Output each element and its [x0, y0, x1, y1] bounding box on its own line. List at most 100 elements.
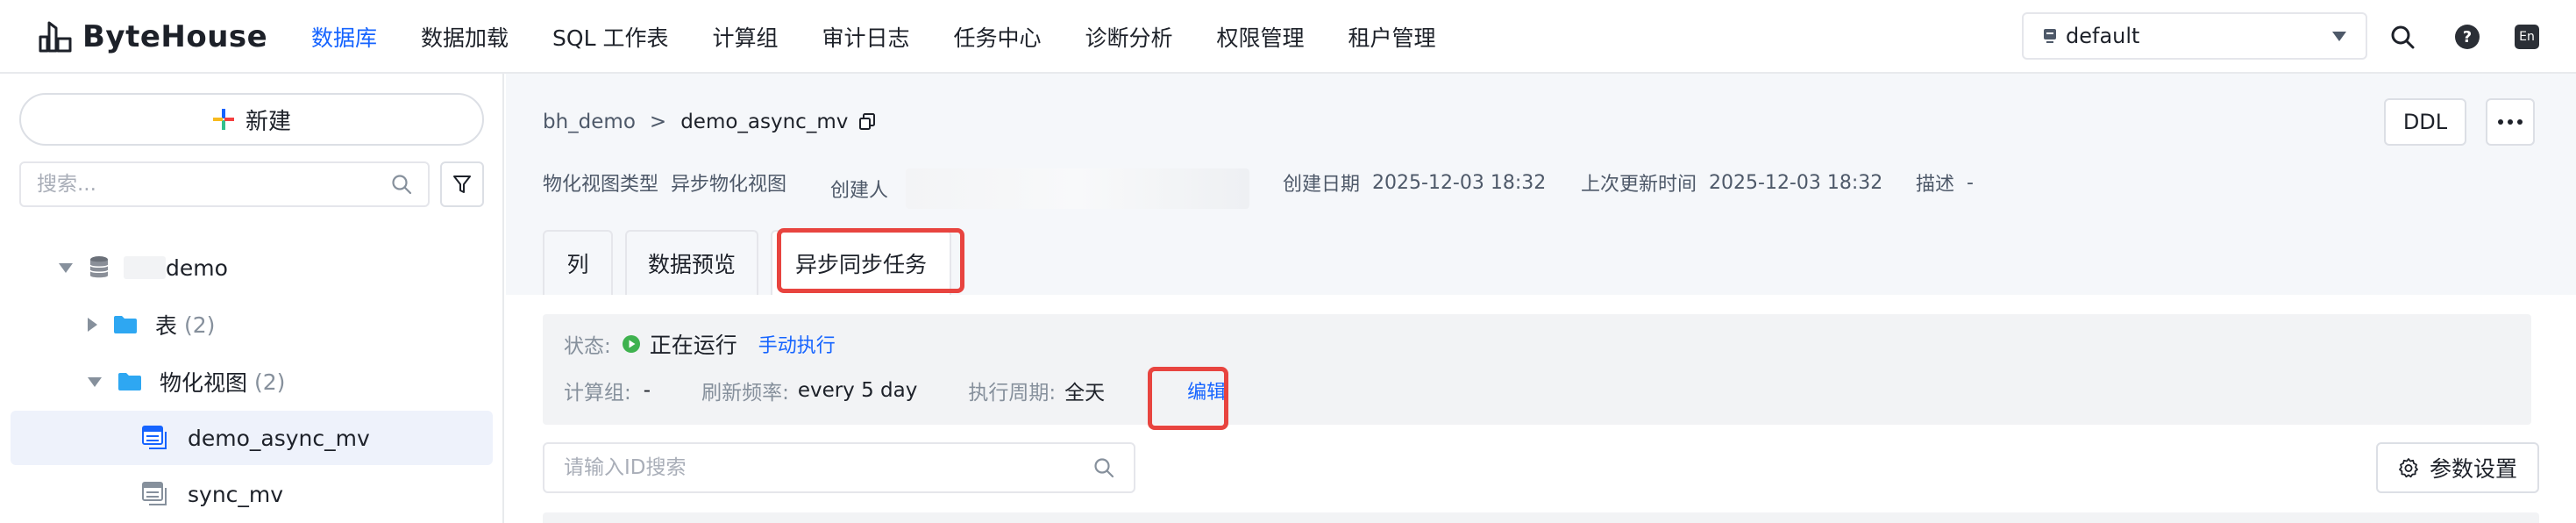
folder-label-views: 物化视图	[160, 370, 248, 396]
tab-content: 状态: 正在运行 手动执行 计算组: - 刷新频率: every 5 day 执…	[506, 295, 2576, 523]
materialized-view-icon	[142, 482, 167, 505]
folder-icon	[118, 373, 141, 390]
nav-item-compute-group[interactable]: 计算组	[712, 21, 778, 53]
status-line: 状态: 正在运行 手动执行	[564, 328, 836, 360]
edit-link[interactable]: 编辑	[1187, 376, 1226, 405]
breadcrumb-parent[interactable]: bh_demo	[543, 111, 636, 133]
table-header-strip	[543, 512, 2539, 523]
help-icon[interactable]: ?	[2450, 19, 2485, 54]
tab-async-sync-task[interactable]: 异步同步任务	[771, 230, 951, 295]
status-value: 正在运行	[649, 333, 737, 358]
materialized-view-icon	[142, 426, 167, 449]
more-dot	[2498, 119, 2503, 125]
tree-folder-views[interactable]: 物化视图 (2)	[11, 355, 493, 409]
refresh-value: every 5 day	[797, 379, 918, 402]
meta-description: 描述 -	[1916, 168, 1974, 197]
nav-item-database[interactable]: 数据库	[311, 21, 377, 53]
tree-database-node[interactable]: demo	[11, 240, 493, 295]
detail-tabs: 列 数据预览 异步同步任务	[543, 230, 964, 295]
sidebar-search[interactable]	[19, 161, 430, 207]
meta-value: -	[1967, 171, 1974, 194]
meta-view-type: 物化视图类型 异步物化视图	[543, 168, 786, 197]
folder-count-views: (2)	[254, 369, 286, 395]
chevron-down-icon	[59, 262, 73, 273]
top-navbar: ByteHouse 数据库 数据加载 SQL 工作表 计算组 审计日志 任务中心…	[0, 0, 2576, 74]
new-button-label: 新建	[245, 108, 291, 135]
tree-folder-tables[interactable]: 表 (2)	[11, 297, 493, 352]
plus-icon	[212, 109, 234, 130]
compute-group-label: 计算组:	[564, 382, 631, 405]
nav-item-diagnosis[interactable]: 诊断分析	[1085, 21, 1173, 53]
meta-created-date: 创建日期 2025-12-03 18:32	[1283, 168, 1546, 197]
breadcrumb-current: demo_async_mv	[680, 111, 849, 133]
sidebar: 新建 demo 表 (2) 物化视图 (2)	[0, 74, 504, 523]
nav-item-data-loading[interactable]: 数据加载	[421, 21, 509, 53]
workspace-value: default	[2066, 24, 2140, 48]
nav-item-task-center[interactable]: 任务中心	[954, 21, 1042, 53]
schedule-line: 计算组: - 刷新频率: every 5 day 执行周期: 全天 编辑	[564, 376, 1226, 405]
meta-updated-date: 上次更新时间 2025-12-03 18:32	[1581, 168, 1882, 197]
meta-label: 创建人	[830, 180, 889, 202]
folder-label-tables: 表	[155, 313, 178, 339]
sidebar-search-input[interactable]	[37, 173, 391, 196]
workspace-select[interactable]: default	[2022, 12, 2367, 60]
tab-columns[interactable]: 列	[543, 230, 613, 295]
meta-label: 物化视图类型	[543, 174, 659, 196]
nav-item-sql-worksheet[interactable]: SQL 工作表	[552, 21, 668, 53]
new-button[interactable]: 新建	[19, 93, 484, 146]
brand-logo[interactable]: ByteHouse	[37, 16, 267, 58]
compute-group-value: -	[643, 379, 651, 402]
copy-icon[interactable]	[858, 113, 876, 131]
nav-item-tenant[interactable]: 租户管理	[1348, 21, 1436, 53]
running-icon	[622, 335, 640, 353]
redacted-creator	[906, 168, 1250, 209]
tree-item-sync-mv[interactable]: sync_mv	[11, 467, 493, 521]
brand-name: ByteHouse	[82, 19, 268, 54]
chevron-down-icon	[2332, 31, 2346, 41]
search-icon[interactable]	[2385, 19, 2420, 54]
main-panel: bh_demo > demo_async_mv DDL 物化视图类型 异步物化视…	[506, 74, 2576, 523]
id-search-input[interactable]	[564, 456, 1093, 479]
svg-text:?: ?	[2463, 28, 2472, 47]
tab-data-preview[interactable]: 数据预览	[625, 230, 758, 295]
search-icon	[1094, 458, 1114, 478]
id-search[interactable]	[543, 442, 1135, 493]
more-options-button[interactable]	[2486, 98, 2535, 146]
database-icon	[89, 256, 109, 278]
breadcrumb-separator: >	[649, 111, 667, 133]
nav-item-audit-log[interactable]: 审计日志	[822, 21, 909, 53]
meta-value: 2025-12-03 18:32	[1709, 171, 1883, 194]
bytehouse-logo-icon	[39, 21, 72, 53]
redacted-prefix	[124, 256, 166, 279]
refresh-label: 刷新频率:	[701, 382, 789, 405]
task-status-card: 状态: 正在运行 手动执行 计算组: - 刷新频率: every 5 day 执…	[543, 314, 2531, 425]
database-name: demo	[166, 254, 228, 281]
period-value: 全天	[1064, 382, 1106, 405]
main-nav: 数据库 数据加载 SQL 工作表 计算组 审计日志 任务中心 诊断分析 权限管理…	[311, 0, 1480, 74]
manual-run-link[interactable]: 手动执行	[758, 330, 836, 358]
ddl-button[interactable]: DDL	[2384, 98, 2466, 146]
language-badge: En	[2519, 30, 2535, 44]
folder-icon	[114, 316, 137, 333]
meta-label: 描述	[1916, 174, 1955, 196]
meta-label: 创建日期	[1283, 174, 1361, 196]
language-icon[interactable]: En	[2509, 19, 2544, 54]
meta-value: 异步物化视图	[671, 174, 787, 196]
filter-icon	[453, 176, 471, 193]
breadcrumb: bh_demo > demo_async_mv	[543, 111, 876, 133]
chevron-right-icon	[88, 318, 97, 332]
view-name: demo_async_mv	[188, 425, 370, 451]
nav-item-permissions[interactable]: 权限管理	[1217, 21, 1305, 53]
status-label: 状态:	[564, 335, 611, 358]
params-settings-button[interactable]: 参数设置	[2376, 442, 2539, 493]
folder-count-tables: (2)	[184, 312, 216, 338]
tree-item-demo-async-mv[interactable]: demo_async_mv	[11, 411, 493, 465]
view-name: sync_mv	[188, 481, 284, 507]
params-settings-label: 参数设置	[2429, 456, 2517, 482]
search-icon	[392, 175, 412, 195]
more-dot	[2508, 119, 2513, 125]
filter-button[interactable]	[440, 161, 484, 207]
more-dot	[2517, 119, 2523, 125]
period-label: 执行周期:	[968, 382, 1057, 405]
gear-icon	[2399, 458, 2418, 478]
